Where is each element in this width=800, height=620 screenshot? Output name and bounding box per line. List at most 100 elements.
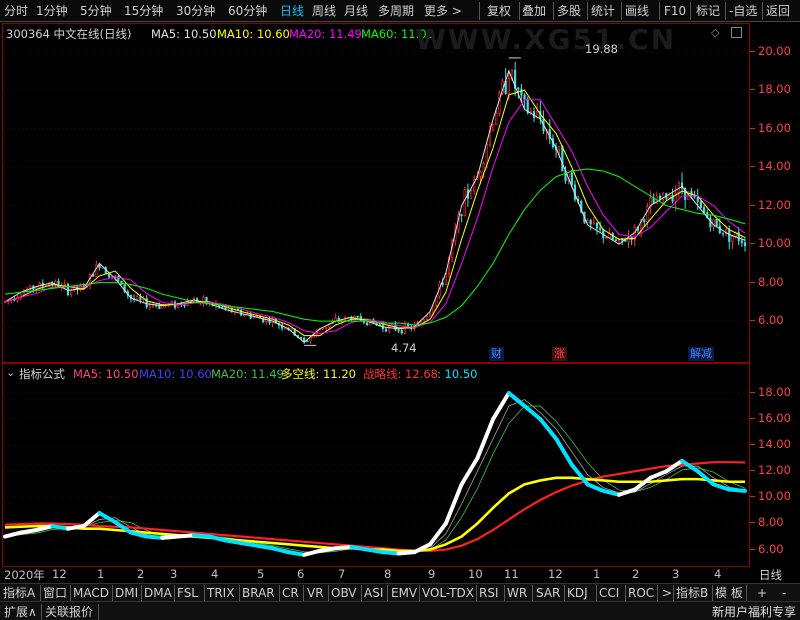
period-tab-60min[interactable]: 60分钟 <box>228 3 267 19</box>
candle-body <box>224 306 227 310</box>
remove-window-button[interactable]: - <box>782 585 786 601</box>
date-axis: 2020年 12 1 2 3 4 5 6 7 8 9 10 11 12 1 2 … <box>0 567 800 583</box>
toolbar-divider <box>479 2 480 20</box>
toolbar-divider <box>587 2 588 20</box>
tab-trix[interactable]: TRIX <box>207 585 234 601</box>
y-tick <box>750 127 755 129</box>
new-user-promo-link[interactable]: 新用户福利专享 <box>712 604 796 620</box>
tab-template[interactable]: 模 板 <box>715 585 743 601</box>
candle-body <box>397 329 400 332</box>
tab-fsl[interactable]: FSL <box>177 585 198 601</box>
candle-body <box>589 220 592 225</box>
chevron-down-icon[interactable]: ⌄ <box>6 366 15 379</box>
tab-rsi[interactable]: RSI <box>479 585 499 601</box>
candle-body <box>586 220 589 223</box>
draw-line-button[interactable]: 画线 <box>625 3 649 19</box>
tab-sar[interactable]: SAR <box>536 585 560 601</box>
period-tab-5min[interactable]: 5分钟 <box>80 3 112 19</box>
period-tab-multi[interactable]: 多周期 <box>378 3 414 19</box>
candle-body <box>63 283 66 286</box>
period-tab-1min[interactable]: 1分钟 <box>36 3 68 19</box>
maximize-icon[interactable] <box>731 27 742 38</box>
date-label: 7 <box>338 567 346 581</box>
related-quotes-button[interactable]: 关联报价 <box>45 604 93 620</box>
finance-marker[interactable]: 财 <box>489 347 504 361</box>
back-button[interactable]: 返回 <box>766 3 790 19</box>
tab-cr[interactable]: CR <box>282 585 299 601</box>
limit-up-marker[interactable]: 涨 <box>552 347 567 361</box>
tab-kdj[interactable]: KDJ <box>567 585 588 601</box>
statistics-button[interactable]: 统计 <box>591 3 615 19</box>
tab-dma[interactable]: DMA <box>144 585 172 601</box>
expand-button[interactable]: 扩展∧ <box>4 604 37 620</box>
candle-body <box>388 325 391 332</box>
rising-segment <box>302 548 322 557</box>
tab-asi[interactable]: ASI <box>364 585 383 601</box>
date-label: 2 <box>137 567 145 581</box>
ma5-line <box>4 69 746 343</box>
tab-divider <box>673 585 674 601</box>
candle-body <box>731 236 734 242</box>
period-tab-weekly[interactable]: 周线 <box>312 3 336 19</box>
period-tab-fenshi[interactable]: 分时 <box>4 3 28 19</box>
period-tab-30min[interactable]: 30分钟 <box>176 3 215 19</box>
candle-body <box>479 171 482 177</box>
falling-segment <box>601 488 622 497</box>
tab-dmi[interactable]: DMI <box>115 585 138 601</box>
indicator-chart-panel[interactable]: ⌄ 指标公式 MA5: 10.50 MA10: 10.60 MA20: 11.4… <box>2 363 750 567</box>
unlock-marker[interactable]: 解减 <box>688 347 714 361</box>
f10-button[interactable]: F10 <box>664 3 686 19</box>
period-tab-15min[interactable]: 15分钟 <box>124 3 163 19</box>
mark-button[interactable]: 标记 <box>696 3 720 19</box>
candle-body <box>429 313 432 317</box>
tab-emv[interactable]: EMV <box>391 585 417 601</box>
falling-segment <box>349 544 370 552</box>
tab-cci[interactable]: CCI <box>599 585 619 601</box>
y-tick-label: 8.00 <box>758 515 784 530</box>
rising-segment <box>317 546 338 553</box>
tab-divider <box>70 585 71 601</box>
candle-body <box>523 94 526 100</box>
date-label: 1 <box>97 567 105 581</box>
rising-segment <box>3 530 23 539</box>
falling-segment <box>522 404 543 422</box>
fuquan-button[interactable]: 复权 <box>487 3 511 19</box>
tab-brar[interactable]: BRAR <box>242 585 275 601</box>
falling-segment <box>380 550 401 556</box>
rising-segment <box>475 417 496 461</box>
add-window-button[interactable]: + <box>757 585 767 601</box>
period-indicator: 日线 <box>759 568 782 582</box>
diamond-icon[interactable]: ◇ <box>711 26 719 39</box>
candle-body <box>66 283 70 296</box>
y-tick <box>750 320 755 322</box>
cyan-line-legend: : 10.50 <box>437 367 478 381</box>
price-chart-panel[interactable]: 300364 中文在线(日线) MA5: 10.50 MA10: 10.60 M… <box>2 23 750 363</box>
tab-obv[interactable]: OBV <box>331 585 357 601</box>
y-tick-label: 16.00 <box>758 120 791 135</box>
tab-divider <box>204 585 205 601</box>
rising-segment <box>65 524 86 531</box>
period-tab-monthly[interactable]: 月线 <box>344 3 368 19</box>
tab-scroll-right[interactable]: > <box>662 585 672 601</box>
overlay-button[interactable]: 叠加 <box>522 3 546 19</box>
tab-window[interactable]: 窗口 <box>43 585 67 601</box>
tab-indicator-b[interactable]: 指标B <box>676 585 708 601</box>
tab-roc[interactable]: ROC <box>628 585 654 601</box>
tab-macd[interactable]: MACD <box>73 585 109 601</box>
tab-divider <box>141 585 142 601</box>
y-tick <box>750 392 755 394</box>
period-tab-daily[interactable]: 日线 <box>280 3 304 19</box>
indicator-title[interactable]: 指标公式 <box>19 366 65 382</box>
y-tick <box>750 418 755 420</box>
rising-segment <box>81 511 102 529</box>
period-tab-more[interactable]: 更多 > <box>424 3 462 19</box>
candle-body <box>561 146 564 172</box>
tab-vol-tdx[interactable]: VOL-TDX <box>422 585 474 601</box>
y-tick <box>750 89 755 91</box>
multi-stock-button[interactable]: 多股 <box>557 3 581 19</box>
tab-wr[interactable]: WR <box>507 585 527 601</box>
remove-favorite-button[interactable]: -自选 <box>729 3 757 19</box>
tab-vr[interactable]: VR <box>307 585 324 601</box>
tab-indicator-a[interactable]: 指标A <box>3 585 35 601</box>
tab-divider <box>625 585 626 601</box>
